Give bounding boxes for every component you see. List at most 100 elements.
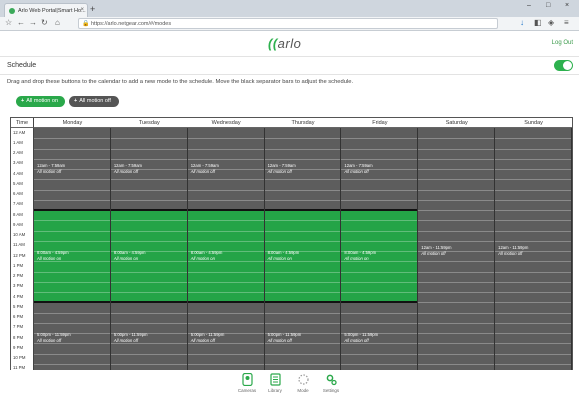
hour-gridline: [495, 363, 571, 365]
lock-icon: 🔒: [82, 21, 90, 27]
schedule-block[interactable]: 12am - 7:59am All motion off: [34, 128, 110, 210]
hour-gridline: [34, 322, 110, 324]
separator-bar[interactable]: [110, 209, 187, 211]
arlo-favicon-icon: [9, 8, 15, 14]
day-column[interactable]: 12am - 7:59am All motion off 8:00am - 4:59…: [341, 128, 419, 374]
block-mode: All motion off: [344, 169, 369, 174]
time-label: 8 AM: [13, 211, 23, 217]
time-label: 2 PM: [13, 273, 24, 278]
schedule-block[interactable]: 5:00pm - 11:59pm All motion off: [187, 302, 264, 374]
schedule-block[interactable]: 12am - 7:59am All motion off: [264, 128, 341, 210]
nav-settings[interactable]: Settings: [313, 373, 349, 393]
hour-gridline: [341, 220, 418, 222]
time-header: Time: [11, 118, 34, 128]
maximize-button[interactable]: □: [546, 2, 550, 9]
hour-gridline: [495, 189, 571, 191]
close-window-button[interactable]: ×: [565, 2, 569, 9]
hour-gridline: [34, 220, 110, 222]
hour-gridline: [34, 199, 110, 201]
address-bar[interactable]: 🔒 https://arlo.netgear.com/#/modes: [78, 18, 498, 29]
extension-icon[interactable]: ◈: [548, 18, 554, 27]
tab-title: Arlo Web Portal|Smart Ho...: [18, 8, 86, 14]
day-column[interactable]: 12am - 7:59am All motion off 8:00am - 4:59…: [110, 128, 188, 374]
hour-gridline: [418, 240, 495, 242]
schedule-block[interactable]: 8:00am - 4:59pm All motion on: [341, 210, 418, 303]
separator-bar[interactable]: [341, 209, 418, 211]
block-mode: All motion off: [190, 338, 215, 344]
hour-gridline: [187, 158, 264, 160]
hour-gridline: [264, 312, 341, 314]
new-tab-button[interactable]: +: [90, 4, 95, 14]
schedule-title: Schedule: [7, 62, 37, 69]
arlo-logo[interactable]: ((arlo: [268, 36, 301, 51]
forward-arrow-icon[interactable]: →: [29, 18, 37, 27]
time-label: 1 AM: [13, 139, 23, 145]
hour-gridline: [495, 148, 571, 150]
schedule-block[interactable]: 8:00am - 4:59pm All motion on: [264, 210, 341, 303]
separator-bar[interactable]: [264, 301, 341, 304]
separator-bar[interactable]: [187, 209, 264, 211]
separator-bar[interactable]: [34, 301, 110, 304]
schedule-block[interactable]: 5:00pm - 11:59pm All motion off: [264, 302, 341, 374]
reload-icon[interactable]: ↻: [41, 18, 48, 27]
schedule-block[interactable]: 5:00pm - 11:59pm All motion off: [341, 302, 418, 374]
tab-close-icon[interactable]: ×: [80, 7, 84, 13]
day-column[interactable]: 12am - 7:59am All motion off 8:00am - 4:59…: [264, 128, 342, 374]
time-label: 10 PM: [13, 355, 26, 360]
time-label: 11 AM: [13, 242, 25, 248]
hour-gridline: [264, 230, 341, 232]
schedule-block[interactable]: 12am - 7:59am All motion off: [341, 128, 418, 210]
separator-bar[interactable]: [110, 301, 187, 304]
hour-gridline: [187, 312, 264, 314]
separator-bar[interactable]: [341, 301, 418, 304]
schedule-block[interactable]: 8:00am - 4:59pm All motion on: [34, 210, 110, 303]
hour-gridline: [341, 199, 418, 201]
block-mode: All motion off: [37, 338, 62, 344]
all-motion-on-button[interactable]: + All motion on: [16, 96, 65, 107]
schedule-block[interactable]: 12am - 11:59pm All motion off: [495, 128, 571, 374]
block-label: 12am - 7:59am All motion off: [114, 163, 142, 175]
hour-gridline: [110, 220, 187, 222]
hour-gridline: [418, 158, 495, 160]
home-icon[interactable]: ⌂: [55, 18, 60, 27]
hour-gridline: [110, 322, 187, 324]
separator-bar[interactable]: [264, 209, 341, 211]
schedule-toggle[interactable]: [554, 60, 573, 71]
all-motion-off-button[interactable]: + All motion off: [69, 96, 119, 107]
logout-link[interactable]: Log Out: [552, 40, 573, 46]
schedule-block[interactable]: 12am - 7:59am All motion off: [110, 128, 187, 210]
schedule-block[interactable]: 12am - 7:59am All motion off: [187, 128, 264, 210]
schedule-block[interactable]: 8:00am - 4:59pm All motion on: [187, 210, 264, 303]
hour-gridline: [110, 138, 187, 140]
block-mode: All motion on: [37, 256, 62, 262]
schedule-block[interactable]: 8:00am - 4:59pm All motion on: [110, 210, 187, 303]
nav-label: Settings: [322, 388, 340, 393]
day-column[interactable]: 12am - 11:59pm All motion off: [418, 128, 496, 374]
schedule-block[interactable]: 5:00pm - 11:59pm All motion off: [110, 302, 187, 374]
hour-gridline: [264, 292, 341, 293]
back-arrow-icon[interactable]: ←: [17, 18, 25, 27]
download-icon[interactable]: ↓: [520, 18, 524, 27]
day-column[interactable]: 12am - 7:59am All motion off 8:00am - 4:59…: [187, 128, 265, 374]
hour-gridline: [264, 363, 341, 365]
hour-gridline: [187, 322, 264, 324]
hour-gridline: [418, 230, 495, 232]
time-label: 7 AM: [13, 201, 23, 207]
minimize-button[interactable]: –: [527, 2, 531, 9]
day-column[interactable]: 12am - 11:59pm All motion off: [495, 128, 572, 374]
day-column[interactable]: 12am - 7:59am All motion off 8:00am - 4:59…: [34, 128, 111, 374]
bookmark-star-icon[interactable]: ☆: [5, 18, 12, 27]
extension-icon[interactable]: ◧: [534, 18, 542, 27]
menu-icon[interactable]: ≡: [564, 18, 569, 27]
browser-tab[interactable]: Arlo Web Portal|Smart Ho... ×: [4, 3, 88, 17]
hour-gridline: [495, 302, 571, 304]
hour-gridline: [187, 189, 264, 191]
separator-bar[interactable]: [34, 209, 110, 211]
hour-gridline: [187, 179, 264, 181]
block-mode: All motion off: [113, 169, 139, 174]
hour-gridline: [418, 169, 495, 170]
schedule-block[interactable]: 5:00pm - 11:59pm All motion off: [34, 302, 110, 374]
schedule-block[interactable]: 12am - 11:59pm All motion off: [418, 128, 495, 374]
separator-bar[interactable]: [187, 301, 264, 304]
block-label: 5:00pm - 11:59pm All motion off: [268, 332, 302, 344]
